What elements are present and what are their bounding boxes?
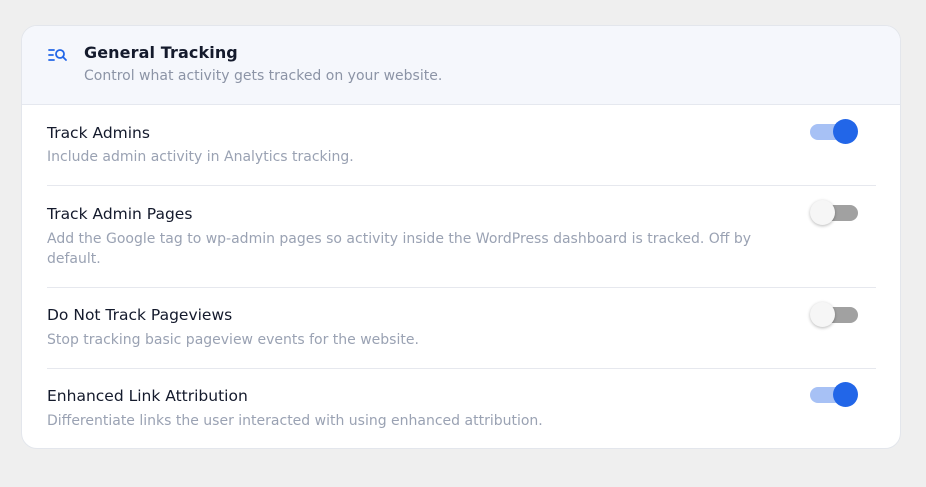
- general-tracking-card: General Tracking Control what activity g…: [21, 25, 901, 449]
- setting-title: Enhanced Link Attribution: [47, 387, 248, 405]
- card-header: General Tracking Control what activity g…: [22, 26, 900, 105]
- track-admins-toggle[interactable]: [810, 119, 858, 145]
- setting-description: Include admin activity in Analytics trac…: [47, 149, 354, 165]
- setting-description: Stop tracking basic pageview events for …: [47, 332, 419, 348]
- toggle-knob: [833, 382, 858, 407]
- setting-description: Differentiate links the user interacted …: [47, 413, 543, 429]
- setting-row-track-admin-pages: Track Admin Pages Add the Google tag to …: [47, 186, 876, 288]
- setting-title: Do Not Track Pageviews: [47, 306, 233, 324]
- setting-title: Track Admins: [47, 124, 150, 142]
- card-description: Control what activity gets tracked on yo…: [84, 68, 443, 84]
- setting-row-enhanced-link-attribution: Enhanced Link Attribution Differentiate …: [47, 369, 876, 448]
- track-admin-pages-toggle[interactable]: [810, 200, 858, 226]
- setting-row-track-admins: Track Admins Include admin activity in A…: [47, 105, 876, 186]
- toggle-knob: [810, 302, 835, 327]
- toggle-knob: [833, 119, 858, 144]
- enhanced-link-attribution-toggle[interactable]: [810, 382, 858, 408]
- setting-row-do-not-track-pageviews: Do Not Track Pageviews Stop tracking bas…: [47, 288, 876, 369]
- list-search-icon: [48, 49, 67, 61]
- setting-description: Add the Google tag to wp-admin pages so …: [47, 231, 752, 267]
- do-not-track-pageviews-toggle[interactable]: [810, 302, 858, 328]
- setting-title: Track Admin Pages: [47, 205, 193, 223]
- settings-list: Track Admins Include admin activity in A…: [22, 105, 900, 448]
- card-title: General Tracking: [84, 43, 238, 62]
- toggle-knob: [810, 200, 835, 225]
